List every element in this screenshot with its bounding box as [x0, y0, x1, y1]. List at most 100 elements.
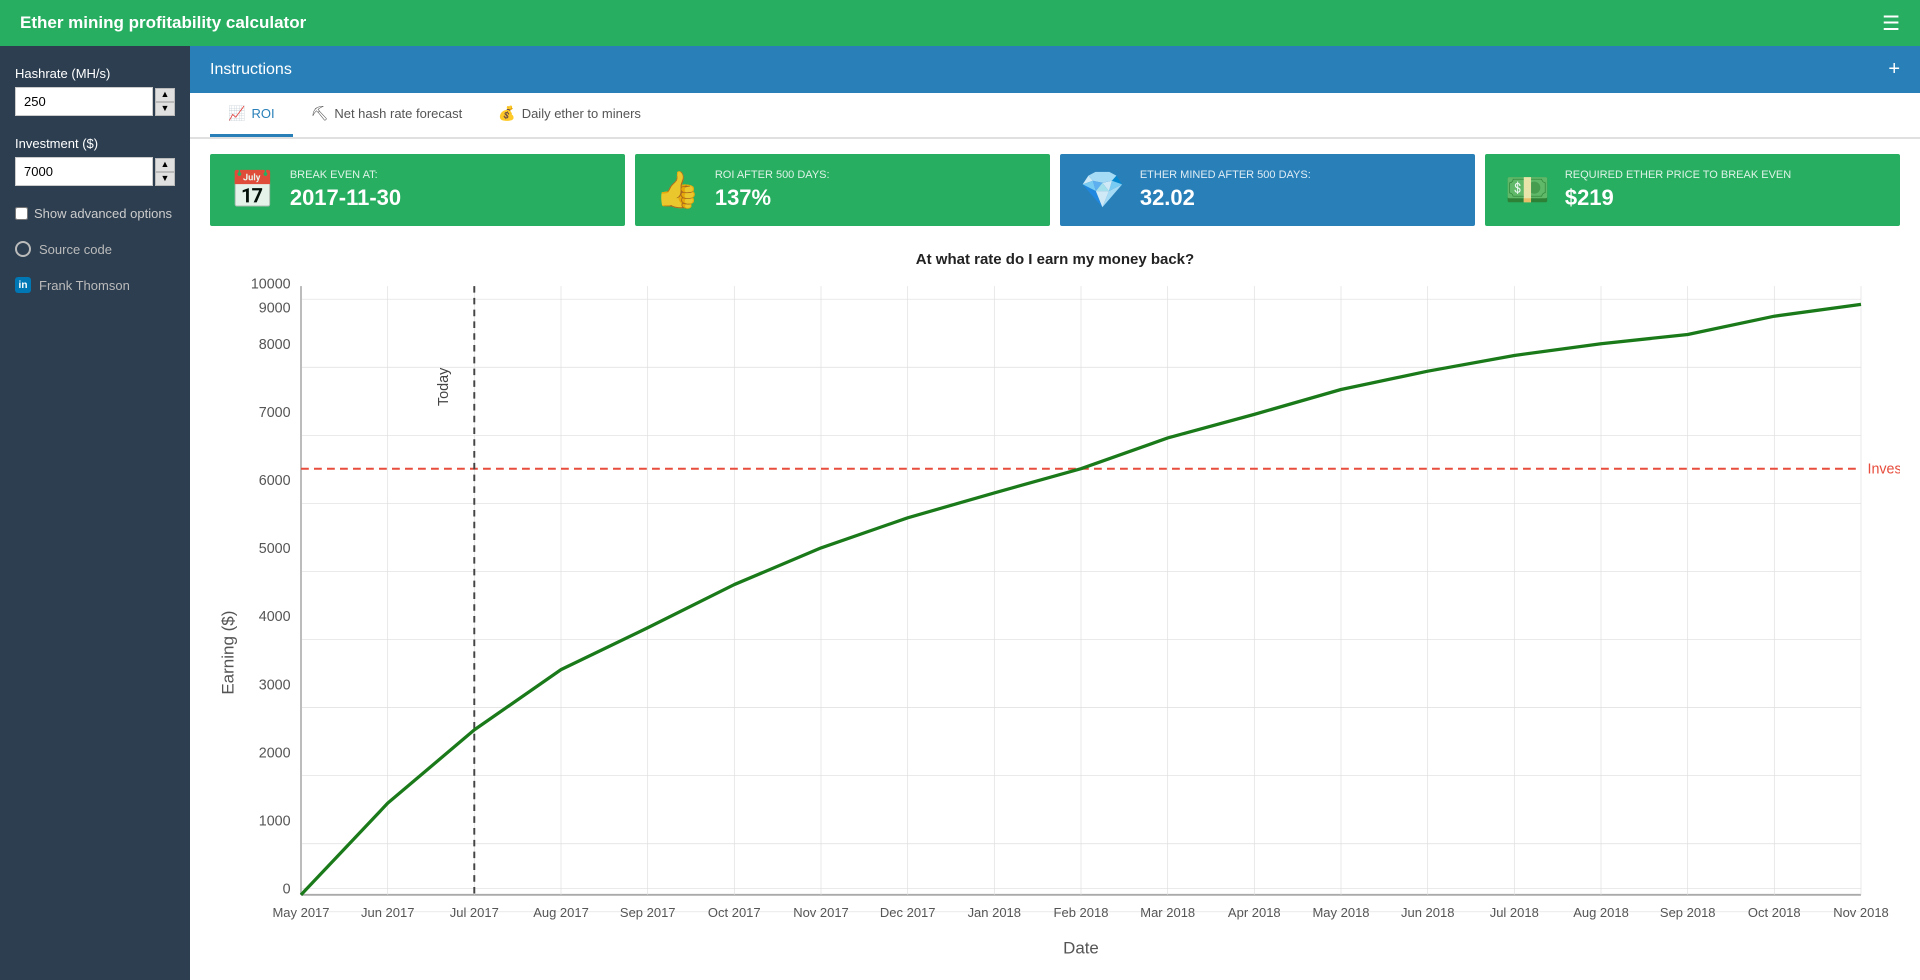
main-layout: Hashrate (MH/s) ▲ ▼ Investment ($) ▲ ▼	[0, 46, 1920, 980]
topnav: Ether mining profitability calculator ☰	[0, 0, 1920, 46]
investment-input-wrap: ▲ ▼	[15, 157, 175, 186]
svg-text:May 2018: May 2018	[1312, 905, 1369, 920]
svg-text:Nov 2017: Nov 2017	[793, 905, 849, 920]
hashrate-label: Hashrate (MH/s)	[15, 66, 175, 81]
investment-spinner: ▲ ▼	[155, 158, 175, 186]
svg-text:Aug 2017: Aug 2017	[533, 905, 589, 920]
roi-info: ROI AFTER 500 DAYS: 137%	[715, 169, 830, 211]
ether-mined-icon: 💎	[1080, 169, 1125, 211]
daily-ether-tab-icon: 💰	[498, 105, 515, 122]
source-code-icon	[15, 241, 31, 257]
svg-text:Feb 2018: Feb 2018	[1054, 905, 1109, 920]
ether-mined-value: 32.02	[1140, 185, 1311, 211]
hashrate-down-button[interactable]: ▼	[155, 102, 175, 116]
roi-label: ROI AFTER 500 DAYS:	[715, 169, 830, 181]
svg-text:Oct 2018: Oct 2018	[1748, 905, 1801, 920]
instructions-plus-icon[interactable]: +	[1888, 58, 1900, 81]
svg-text:Jan 2018: Jan 2018	[968, 905, 1021, 920]
tab-daily-ether[interactable]: 💰 Daily ether to miners	[480, 93, 659, 137]
svg-text:Investment: Investment	[1867, 461, 1900, 477]
svg-text:Today: Today	[436, 367, 452, 406]
stats-row: 📅 BREAK EVEN AT: 2017-11-30 👍 ROI AFTER …	[190, 139, 1920, 241]
svg-text:Earning ($): Earning ($)	[218, 611, 237, 695]
svg-text:Aug 2018: Aug 2018	[1573, 905, 1629, 920]
hashrate-input-wrap: ▲ ▼	[15, 87, 175, 116]
advanced-options-checkbox[interactable]	[15, 207, 28, 220]
hashrate-spinner: ▲ ▼	[155, 88, 175, 116]
ether-mined-label: ETHER MINED AFTER 500 DAYS:	[1140, 169, 1311, 181]
break-even-icon: 📅	[230, 169, 275, 211]
svg-text:4000: 4000	[259, 609, 291, 625]
author-link[interactable]: in Frank Thomson	[15, 277, 175, 293]
chart-title: At what rate do I earn my money back?	[210, 251, 1900, 268]
roi-tab-label: ROI	[251, 106, 274, 121]
hashrate-section: Hashrate (MH/s) ▲ ▼	[15, 66, 175, 116]
roi-icon: 👍	[655, 169, 700, 211]
required-price-info: REQUIRED ETHER PRICE TO BREAK EVEN $219	[1565, 169, 1791, 211]
investment-section: Investment ($) ▲ ▼	[15, 136, 175, 186]
required-price-label: REQUIRED ETHER PRICE TO BREAK EVEN	[1565, 169, 1791, 181]
svg-text:Sep 2018: Sep 2018	[1660, 905, 1716, 920]
stat-break-even: 📅 BREAK EVEN AT: 2017-11-30	[210, 154, 625, 226]
svg-text:1000: 1000	[259, 813, 291, 829]
svg-text:Jul 2018: Jul 2018	[1490, 905, 1539, 920]
investment-down-button[interactable]: ▼	[155, 172, 175, 186]
tab-roi[interactable]: 📈 ROI	[210, 93, 293, 137]
svg-text:Jun 2017: Jun 2017	[361, 905, 414, 920]
daily-ether-tab-label: Daily ether to miners	[522, 106, 641, 121]
svg-text:Nov 2018: Nov 2018	[1833, 905, 1889, 920]
svg-text:Oct 2017: Oct 2017	[708, 905, 761, 920]
investment-input[interactable]	[15, 157, 153, 186]
required-price-icon: 💵	[1505, 169, 1550, 211]
break-even-value: 2017-11-30	[290, 185, 401, 211]
chart-wrap: Earning ($) 0	[210, 273, 1900, 980]
svg-text:3000: 3000	[259, 677, 291, 693]
svg-text:10000: 10000	[251, 277, 291, 293]
svg-text:8000: 8000	[259, 337, 291, 353]
author-label: Frank Thomson	[39, 278, 130, 293]
linkedin-icon: in	[15, 277, 31, 293]
investment-label: Investment ($)	[15, 136, 175, 151]
svg-text:Apr 2018: Apr 2018	[1228, 905, 1281, 920]
instructions-bar: Instructions +	[190, 46, 1920, 93]
hashrate-input[interactable]	[15, 87, 153, 116]
svg-text:May 2017: May 2017	[272, 905, 329, 920]
svg-text:6000: 6000	[259, 473, 291, 489]
advanced-options[interactable]: Show advanced options	[15, 206, 175, 221]
net-hash-tab-label: Net hash rate forecast	[334, 106, 462, 121]
svg-text:Jun 2018: Jun 2018	[1401, 905, 1454, 920]
chart-svg: Earning ($) 0	[210, 273, 1900, 980]
svg-text:Dec 2017: Dec 2017	[880, 905, 936, 920]
stat-roi: 👍 ROI AFTER 500 DAYS: 137%	[635, 154, 1050, 226]
svg-text:Mar 2018: Mar 2018	[1140, 905, 1195, 920]
instructions-title: Instructions	[210, 61, 292, 79]
net-hash-tab-icon: ⛏	[311, 105, 329, 122]
advanced-options-label: Show advanced options	[34, 206, 172, 221]
content: Instructions + 📈 ROI ⛏ Net hash rate for…	[190, 46, 1920, 980]
stat-ether-mined: 💎 ETHER MINED AFTER 500 DAYS: 32.02	[1060, 154, 1475, 226]
svg-text:Jul 2017: Jul 2017	[450, 905, 499, 920]
source-code-link[interactable]: Source code	[15, 241, 175, 257]
svg-text:5000: 5000	[259, 541, 291, 557]
app-title: Ether mining profitability calculator	[20, 13, 1882, 33]
svg-text:Date: Date	[1063, 939, 1099, 958]
svg-text:0: 0	[283, 881, 291, 897]
svg-text:Sep 2017: Sep 2017	[620, 905, 676, 920]
menu-icon[interactable]: ☰	[1882, 11, 1900, 36]
tab-net-hash[interactable]: ⛏ Net hash rate forecast	[293, 93, 481, 137]
svg-text:9000: 9000	[259, 300, 291, 316]
ether-mined-info: ETHER MINED AFTER 500 DAYS: 32.02	[1140, 169, 1311, 211]
source-code-label: Source code	[39, 242, 112, 257]
chart-container: At what rate do I earn my money back? Ea…	[190, 241, 1920, 980]
roi-tab-icon: 📈	[228, 105, 245, 122]
sidebar: Hashrate (MH/s) ▲ ▼ Investment ($) ▲ ▼	[0, 46, 190, 980]
break-even-info: BREAK EVEN AT: 2017-11-30	[290, 169, 401, 211]
svg-text:7000: 7000	[259, 405, 291, 421]
svg-text:2000: 2000	[259, 745, 291, 761]
break-even-label: BREAK EVEN AT:	[290, 169, 401, 181]
investment-up-button[interactable]: ▲	[155, 158, 175, 172]
roi-value: 137%	[715, 185, 830, 211]
required-price-value: $219	[1565, 185, 1791, 211]
hashrate-up-button[interactable]: ▲	[155, 88, 175, 102]
stat-required-price: 💵 REQUIRED ETHER PRICE TO BREAK EVEN $21…	[1485, 154, 1900, 226]
